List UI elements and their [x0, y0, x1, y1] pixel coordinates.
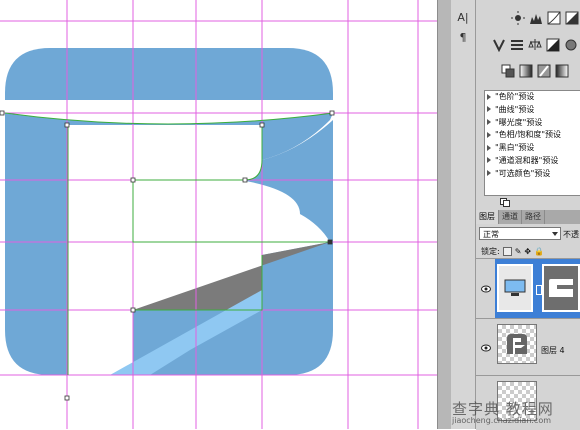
expand-arrow-icon — [487, 93, 491, 100]
tab-paths[interactable]: 路径 — [522, 210, 545, 224]
preset-item[interactable]: "色阶"预设 — [485, 91, 580, 104]
preset-item[interactable]: "曲线"预设 — [485, 104, 580, 117]
preset-item[interactable]: "色相/饱和度"预设 — [485, 129, 580, 142]
brightness-contrast-icon[interactable] — [510, 10, 526, 26]
watermark-url: jiaocheng.chazidian.com — [452, 416, 552, 425]
adjustments-row-3 — [500, 63, 570, 79]
preset-item[interactable]: "通道混和器"预设 — [485, 155, 580, 168]
panel-dock-separator[interactable] — [437, 0, 451, 429]
paragraph-panel-icon[interactable]: ¶ — [455, 30, 471, 46]
posterize-icon[interactable] — [536, 63, 552, 79]
channel-mixer-icon[interactable] — [500, 63, 516, 79]
expand-arrow-icon — [487, 131, 491, 138]
collapsed-panel-strip: A| ¶ — [451, 0, 476, 429]
expand-arrow-icon — [487, 119, 491, 126]
hue-saturation-icon[interactable] — [509, 37, 525, 53]
black-white-icon[interactable] — [545, 37, 561, 53]
expand-arrow-icon — [487, 170, 491, 177]
artwork — [0, 0, 437, 429]
tab-layers[interactable]: 图层 — [476, 210, 499, 224]
preset-item[interactable]: "可选颜色"预设 — [485, 168, 580, 181]
expand-arrow-icon — [487, 106, 491, 113]
document-canvas[interactable] — [0, 0, 437, 429]
lock-transparency-icon[interactable] — [502, 247, 512, 256]
curves-icon[interactable] — [546, 10, 562, 26]
gradient-map-icon[interactable] — [554, 63, 570, 79]
lock-label: 锁定: — [481, 247, 500, 256]
layer-thumb — [497, 324, 537, 364]
preset-item[interactable]: "黑白"预设 — [485, 142, 580, 155]
layer-mask-thumb — [542, 264, 580, 312]
layer-name: 图层 4 — [541, 346, 565, 355]
layers-panel-tabs: 图层 通道 路径 — [476, 210, 580, 224]
character-panel-icon[interactable]: A| — [455, 10, 471, 26]
expand-arrow-icon — [487, 144, 491, 151]
lock-move-icon[interactable]: ✥ — [524, 247, 531, 256]
layer-row-selected[interactable] — [476, 258, 580, 319]
panel-action-icon[interactable] — [500, 198, 510, 207]
lock-brush-icon[interactable]: ✎ — [515, 247, 522, 256]
tab-channels[interactable]: 通道 — [499, 210, 522, 224]
opacity-label: 不透 — [563, 230, 579, 239]
exposure-icon[interactable] — [564, 10, 580, 26]
vibrance-icon[interactable] — [491, 37, 507, 53]
eye-icon[interactable] — [481, 285, 491, 293]
lock-row: 锁定: ✎ ✥ 🔒 — [481, 246, 544, 257]
lock-all-icon[interactable]: 🔒 — [534, 247, 544, 256]
adjustments-row-1 — [510, 10, 580, 26]
eye-icon[interactable] — [481, 344, 491, 352]
adjustment-presets-list: "色阶"预设 "曲线"预设 "曝光度"预设 "色相/饱和度"预设 "黑白"预设 … — [484, 90, 580, 196]
invert-icon[interactable] — [518, 63, 534, 79]
blend-mode-select[interactable]: 正常 — [479, 227, 561, 240]
photo-filter-icon[interactable] — [563, 37, 579, 53]
adjustment-layer-thumb — [497, 264, 533, 312]
levels-icon[interactable] — [528, 10, 544, 26]
color-balance-icon[interactable] — [527, 37, 543, 53]
chevron-down-icon — [552, 232, 558, 236]
expand-arrow-icon — [487, 157, 491, 164]
preset-item[interactable]: "曝光度"预设 — [485, 117, 580, 130]
adjustments-row-2 — [491, 37, 579, 53]
